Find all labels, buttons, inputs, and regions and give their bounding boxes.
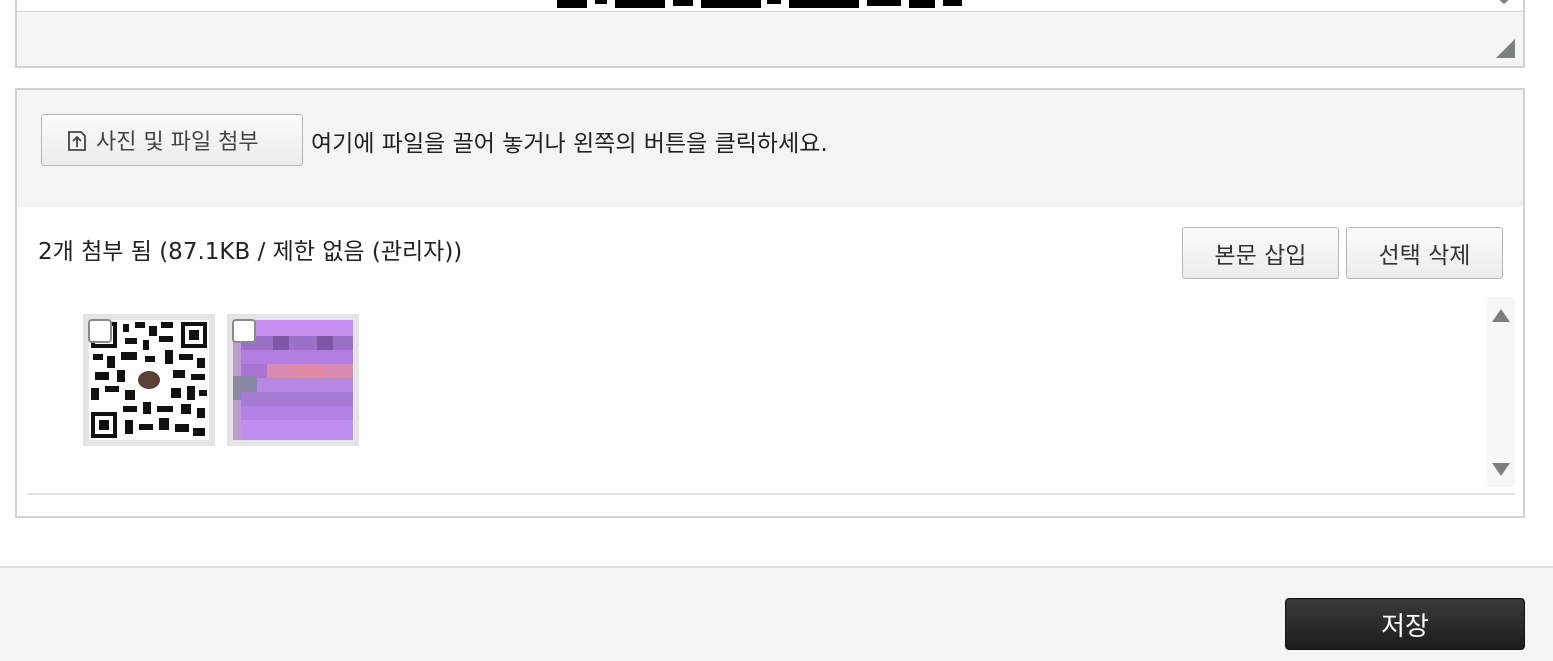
drop-hint-text: 여기에 파일을 끌어 놓거나 왼쪽의 버튼을 클릭하세요.: [311, 131, 828, 157]
insert-into-body-label: 본문 삽입: [1214, 243, 1307, 269]
delete-selected-label: 선택 삭제: [1378, 243, 1471, 269]
save-button[interactable]: 저장: [1285, 598, 1525, 650]
file-drop-zone[interactable]: 사진 및 파일 첨부 여기에 파일을 끌어 놓거나 왼쪽의 버튼을 클릭하세요.: [17, 90, 1523, 207]
delete-selected-button[interactable]: 선택 삭제: [1346, 227, 1503, 279]
file-select-checkbox[interactable]: [88, 319, 112, 343]
editor-content[interactable]: [17, 0, 1523, 12]
file-select-checkbox[interactable]: [232, 319, 256, 343]
file-list-scrollbar[interactable]: [1487, 297, 1515, 487]
attached-file-list: [27, 297, 1515, 495]
attached-file-thumbnail[interactable]: [227, 314, 359, 446]
editor-area: [15, 0, 1525, 68]
attach-file-button-label: 사진 및 파일 첨부: [96, 130, 259, 155]
file-upload-panel: 사진 및 파일 첨부 여기에 파일을 끌어 놓거나 왼쪽의 버튼을 클릭하세요.…: [15, 88, 1525, 518]
scroll-up-icon[interactable]: [1492, 309, 1510, 322]
upload-icon: [68, 131, 86, 151]
insert-into-body-button[interactable]: 본문 삽입: [1182, 227, 1339, 279]
attachment-summary: 2개 첨부 됨 (87.1KB / 제한 없음 (관리자)): [38, 239, 463, 265]
attach-file-button[interactable]: 사진 및 파일 첨부: [41, 114, 303, 166]
qr-code-image-crop: [557, 0, 962, 8]
scroll-down-icon[interactable]: [1492, 463, 1510, 476]
attached-file-thumbnail[interactable]: [83, 314, 215, 446]
save-button-label: 저장: [1381, 611, 1429, 642]
editor-scroll-down-icon[interactable]: [1497, 0, 1511, 4]
form-footer: 저장: [0, 566, 1553, 661]
resize-grip-icon[interactable]: [1496, 39, 1515, 58]
